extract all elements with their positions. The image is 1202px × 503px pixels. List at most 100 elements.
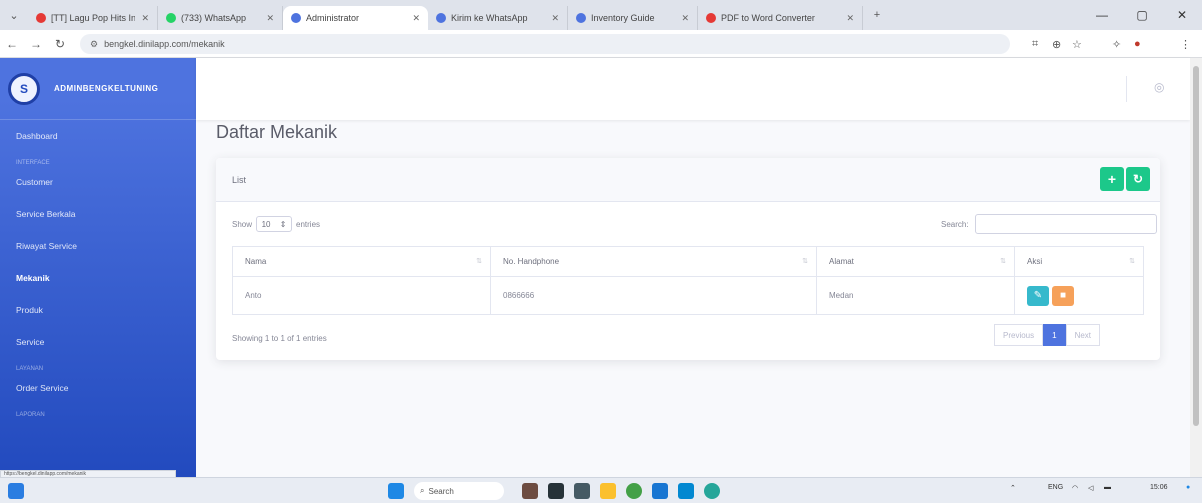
page-scrollbar[interactable]: [1190, 58, 1202, 477]
zoom-icon[interactable]: ⊕: [1052, 30, 1061, 58]
widgets-icon[interactable]: [8, 483, 24, 499]
volume-icon[interactable]: ◁: [1088, 484, 1093, 492]
pagination-previous[interactable]: Previous: [994, 324, 1044, 346]
page-title: Daftar Mekanik: [216, 122, 338, 142]
tab-close-icon[interactable]: ✕: [135, 13, 149, 24]
add-mekanik-button[interactable]: +: [1100, 167, 1124, 191]
column-header[interactable]: Nama ⇅: [232, 246, 491, 277]
refresh-icon: ↻: [1132, 172, 1144, 186]
start-windows-icon[interactable]: [388, 483, 404, 499]
translate-icon[interactable]: ⌗: [1032, 30, 1038, 58]
browser-tab[interactable]: Administrator ✕: [283, 6, 428, 30]
sort-icon: ⇅: [802, 258, 808, 265]
browser-menu-icon[interactable]: ⋮: [1180, 30, 1191, 58]
file-explorer-icon[interactable]: [600, 483, 616, 499]
sidebar-heading: Laporan: [16, 412, 45, 418]
browser-tab-strip: ⌄ [TT] Lagu Pop Hits Ind...✕(733) WhatsA…: [0, 0, 1202, 30]
explorer-pinned-icon[interactable]: [522, 483, 538, 499]
pagination-page-1[interactable]: 1: [1043, 324, 1066, 346]
task-view-icon[interactable]: [548, 483, 564, 499]
sidebar-item-dashboard[interactable]: Dashboard: [0, 120, 196, 152]
sidebar-item-riwayat-service[interactable]: Riwayat Service: [0, 230, 196, 262]
forward-icon[interactable]: →: [24, 37, 48, 51]
whatsapp-icon[interactable]: [704, 483, 720, 499]
bookmark-star-icon[interactable]: ☆: [1072, 30, 1082, 58]
search-input[interactable]: [974, 214, 1157, 234]
back-icon[interactable]: ←: [0, 37, 24, 51]
table-search: Search:: [941, 214, 1157, 234]
chrome-icon[interactable]: [626, 483, 642, 499]
tab-title: Administrator: [306, 13, 360, 23]
edit-button[interactable]: ✎: [1027, 285, 1049, 306]
delete-button[interactable]: ■: [1052, 285, 1074, 306]
mail-icon[interactable]: [652, 483, 668, 499]
clock[interactable]: 15:06: [1150, 484, 1168, 491]
taskbar-search-placeholder: Search: [428, 486, 454, 496]
sort-icon: ⇅: [1129, 258, 1135, 265]
reload-icon[interactable]: ↻: [48, 37, 72, 51]
sidebar-item-order-service[interactable]: Order Service: [0, 372, 196, 404]
notification-icon[interactable]: ●: [1186, 484, 1190, 491]
table-info: Showing 1 to 1 of 1 entries: [232, 334, 327, 343]
sidebar: S ADMINBENGKELTUNING Dashboard Interface C…: [0, 58, 196, 477]
column-header[interactable]: Alamat ⇅: [816, 246, 1015, 277]
browser-tab[interactable]: Inventory Guide ✕: [568, 6, 698, 30]
cell-aksi: ✎ ■: [1014, 276, 1144, 315]
extensions-icon[interactable]: ✧: [1112, 30, 1121, 58]
sort-icon: ⇅: [476, 258, 482, 265]
tab-close-icon[interactable]: ✕: [406, 13, 420, 24]
browser-tab[interactable]: Kirim ke WhatsApp ✕: [428, 6, 568, 30]
profile-avatar-icon[interactable]: ●: [1134, 30, 1141, 58]
sidebar-item-customer[interactable]: Customer: [0, 166, 196, 198]
mekanik-card: List + ↻ Show 10 ⇕ entries Search: Nama ⇅…: [216, 158, 1160, 360]
battery-icon[interactable]: ▬: [1104, 484, 1111, 491]
sidebar-item-produk[interactable]: Produk: [0, 294, 196, 326]
show-label: Show: [232, 219, 253, 229]
page-length-select[interactable]: 10 ⇕: [256, 216, 293, 232]
close-window-icon[interactable]: ✕: [1162, 0, 1202, 30]
edge-icon[interactable]: [678, 483, 694, 499]
sidebar-item-mekanik[interactable]: Mekanik: [0, 262, 196, 294]
column-header[interactable]: Aksi ⇅: [1014, 246, 1144, 277]
tray-expand-icon[interactable]: ⌃: [1010, 484, 1016, 492]
store-icon[interactable]: [574, 483, 590, 499]
sidebar-item-service[interactable]: Service: [0, 326, 196, 358]
topbar: ◎: [196, 58, 1190, 120]
tab-close-icon[interactable]: ✕: [545, 13, 559, 24]
minimize-icon[interactable]: —: [1082, 0, 1122, 30]
cell-nama: Anto: [232, 276, 491, 315]
tab-title: [TT] Lagu Pop Hits Ind...: [51, 13, 135, 23]
address-bar: ← → ↻ ⚙ bengkel.dinilapp.com/mekanik: [0, 30, 1202, 58]
wifi-icon[interactable]: ◠: [1072, 484, 1078, 492]
topbar-divider: [1126, 76, 1127, 102]
tab-close-icon[interactable]: ✕: [675, 13, 689, 24]
url-input[interactable]: ⚙ bengkel.dinilapp.com/mekanik: [80, 34, 1010, 54]
tab-close-icon[interactable]: ✕: [260, 13, 274, 24]
tab-search-icon[interactable]: ⌄: [0, 9, 28, 22]
browser-tab[interactable]: PDF to Word Converter ✕: [698, 6, 863, 30]
sidebar-brand[interactable]: S ADMINBENGKELTUNING: [0, 58, 196, 120]
user-profile-icon[interactable]: ◎: [1154, 80, 1164, 94]
search-icon: ⌕: [420, 486, 425, 495]
column-header-label: Aksi: [1027, 257, 1043, 266]
sidebar-item-service-berkala[interactable]: Service Berkala: [0, 198, 196, 230]
scrollbar-thumb[interactable]: [1193, 66, 1199, 426]
maximize-icon[interactable]: ▢: [1122, 0, 1162, 30]
browser-tab[interactable]: (733) WhatsApp ✕: [158, 6, 283, 30]
refresh-button[interactable]: ↻: [1126, 167, 1150, 191]
new-tab-button[interactable]: +: [863, 9, 891, 21]
language-indicator[interactable]: ENG: [1048, 484, 1063, 491]
column-header[interactable]: No. Handphone ⇅: [490, 246, 817, 277]
site-info-icon[interactable]: ⚙: [90, 39, 98, 50]
tab-favicon-icon: [291, 13, 301, 23]
column-header-label: Alamat: [829, 257, 854, 266]
taskbar-search[interactable]: ⌕ Search: [414, 482, 504, 500]
tab-title: Kirim ke WhatsApp: [451, 13, 528, 23]
browser-tab[interactable]: [TT] Lagu Pop Hits Ind...✕: [28, 6, 158, 30]
brand-name: ADMINBENGKELTUNING: [54, 84, 159, 93]
tab-title: PDF to Word Converter: [721, 13, 815, 23]
tab-favicon-icon: [706, 13, 716, 23]
tab-close-icon[interactable]: ✕: [840, 13, 854, 24]
card-header: List: [216, 158, 1160, 202]
pagination-next[interactable]: Next: [1065, 324, 1101, 346]
